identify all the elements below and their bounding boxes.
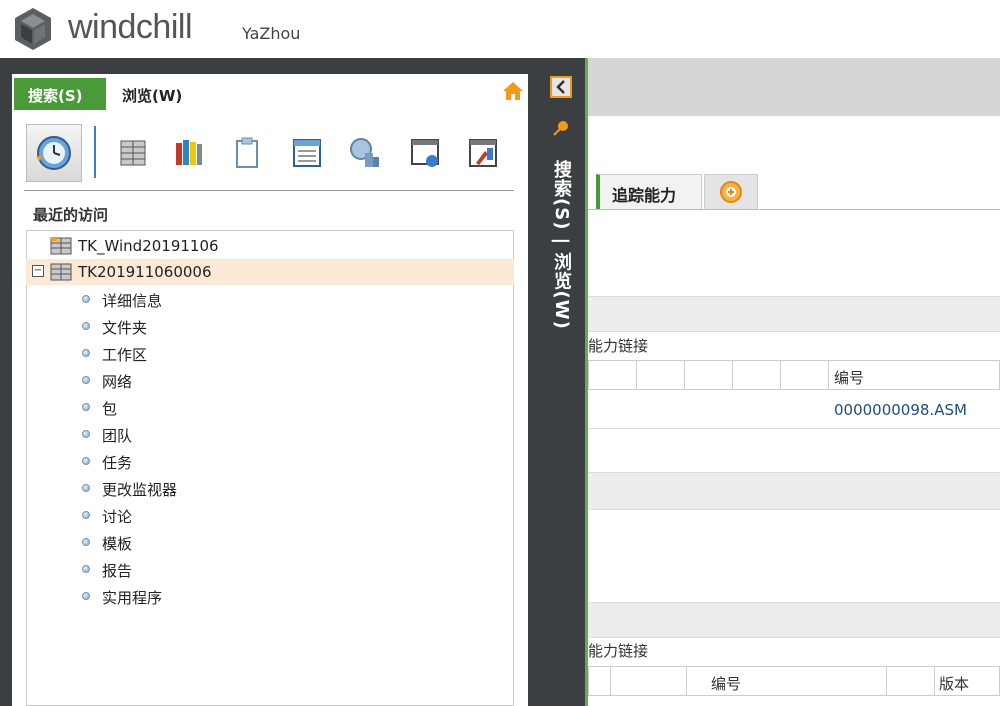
row-divider xyxy=(588,428,1000,429)
section2-title: 能力链接 xyxy=(588,642,649,660)
table-column[interactable] xyxy=(589,667,611,695)
table-column[interactable] xyxy=(733,361,781,389)
utilities-icon[interactable] xyxy=(456,124,510,182)
table-column[interactable] xyxy=(637,361,685,389)
section2-table-header: 编号 版本 xyxy=(588,666,1000,696)
table-column[interactable] xyxy=(887,667,935,695)
recent-visits-label: 最近的访问 xyxy=(33,206,109,224)
tree-item-tk-2019[interactable]: − TK201911060006 xyxy=(26,259,514,285)
navigator-collapse-strip[interactable] xyxy=(536,58,586,706)
tab-divider xyxy=(588,209,1000,210)
add-icon xyxy=(720,181,742,203)
brand-name: windchill xyxy=(68,8,193,46)
section1-band xyxy=(588,296,1000,332)
organization-icon[interactable] xyxy=(338,124,392,182)
tab-browse[interactable]: 浏览(W) xyxy=(108,78,204,110)
bullet-icon xyxy=(82,484,90,492)
recent-visit-icon[interactable] xyxy=(26,124,82,182)
table-column[interactable] xyxy=(685,361,733,389)
column-header-number[interactable]: 编号 xyxy=(711,673,741,694)
collapse-navigator-button[interactable] xyxy=(550,76,572,98)
user-name[interactable]: YaZhou xyxy=(242,24,300,43)
cell-number-link[interactable]: 0000000098.ASM xyxy=(834,401,967,419)
chevron-left-icon xyxy=(556,80,565,94)
library-icon[interactable] xyxy=(162,124,216,182)
pin-icon[interactable] xyxy=(551,118,571,138)
section2-band xyxy=(588,602,1000,638)
column-header-version[interactable]: 版本 xyxy=(939,673,969,694)
home-icon[interactable] xyxy=(502,80,524,102)
collapse-icon[interactable]: − xyxy=(32,265,44,277)
product-context-icon xyxy=(50,263,72,281)
table-column[interactable] xyxy=(611,667,687,695)
bullet-icon xyxy=(82,349,90,357)
bullet-icon xyxy=(82,322,90,330)
app-header: windchill YaZhou xyxy=(0,0,1000,58)
section1-title: 能力链接 xyxy=(588,337,649,355)
bullet-icon xyxy=(82,592,90,600)
section1-table-header: 编号 xyxy=(588,360,1000,390)
vertical-nav-label[interactable]: 搜索(S) | 浏览(W) xyxy=(548,160,574,330)
bullet-icon xyxy=(82,511,90,519)
bullet-icon xyxy=(82,403,90,411)
tree-item-label: TK_Wind20191106 xyxy=(78,237,219,255)
product-context-icon[interactable] xyxy=(106,124,160,182)
column-header-number[interactable]: 编号 xyxy=(834,367,864,388)
toolbar-separator xyxy=(94,126,96,178)
bullet-icon xyxy=(82,457,90,465)
bullet-icon xyxy=(82,538,90,546)
bullet-icon xyxy=(82,565,90,573)
tab-traceability[interactable]: 追踪能力 xyxy=(596,174,702,210)
product-context-icon xyxy=(50,237,72,255)
table-icon[interactable] xyxy=(280,124,334,182)
windchill-logo-icon xyxy=(15,8,51,50)
section-divider-band xyxy=(588,472,1000,510)
bullet-icon xyxy=(82,430,90,438)
toolbar-divider xyxy=(24,190,514,191)
browse-toolbar xyxy=(24,124,514,186)
tree-item-tk-wind[interactable]: TK_Wind20191106 xyxy=(26,233,514,259)
recent-tree xyxy=(26,230,514,706)
bullet-icon xyxy=(82,376,90,384)
site-icon[interactable] xyxy=(398,124,452,182)
content-title-bar xyxy=(588,58,1000,116)
table-column[interactable] xyxy=(781,361,829,389)
bullet-icon xyxy=(82,295,90,303)
tree-item-label: TK201911060006 xyxy=(78,263,212,281)
table-column[interactable] xyxy=(589,361,637,389)
tab-search[interactable]: 搜索(S) xyxy=(14,78,106,110)
add-tab-button[interactable] xyxy=(704,174,758,210)
clipboard-icon[interactable] xyxy=(220,124,274,182)
